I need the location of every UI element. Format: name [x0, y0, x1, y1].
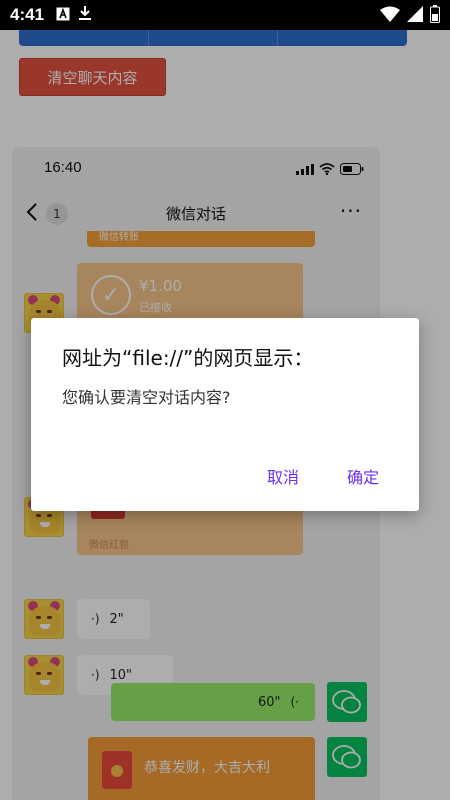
dialog-message: 您确认要清空对话内容? — [62, 388, 231, 407]
download-icon — [78, 5, 92, 25]
a-box-icon — [56, 6, 70, 25]
status-time: 4:41 — [10, 5, 45, 24]
ok-button[interactable]: 确定 — [333, 458, 393, 494]
wifi-icon — [380, 6, 400, 26]
dialog-title: 网址为“file://”的网页显示： — [62, 346, 314, 370]
status-bar: 4:41 — [0, 0, 450, 30]
cancel-button[interactable]: 取消 — [253, 458, 313, 494]
battery-icon — [430, 5, 440, 27]
confirm-dialog: 网址为“file://”的网页显示： 您确认要清空对话内容? 取消 确定 — [31, 318, 419, 511]
signal-icon — [407, 6, 423, 26]
